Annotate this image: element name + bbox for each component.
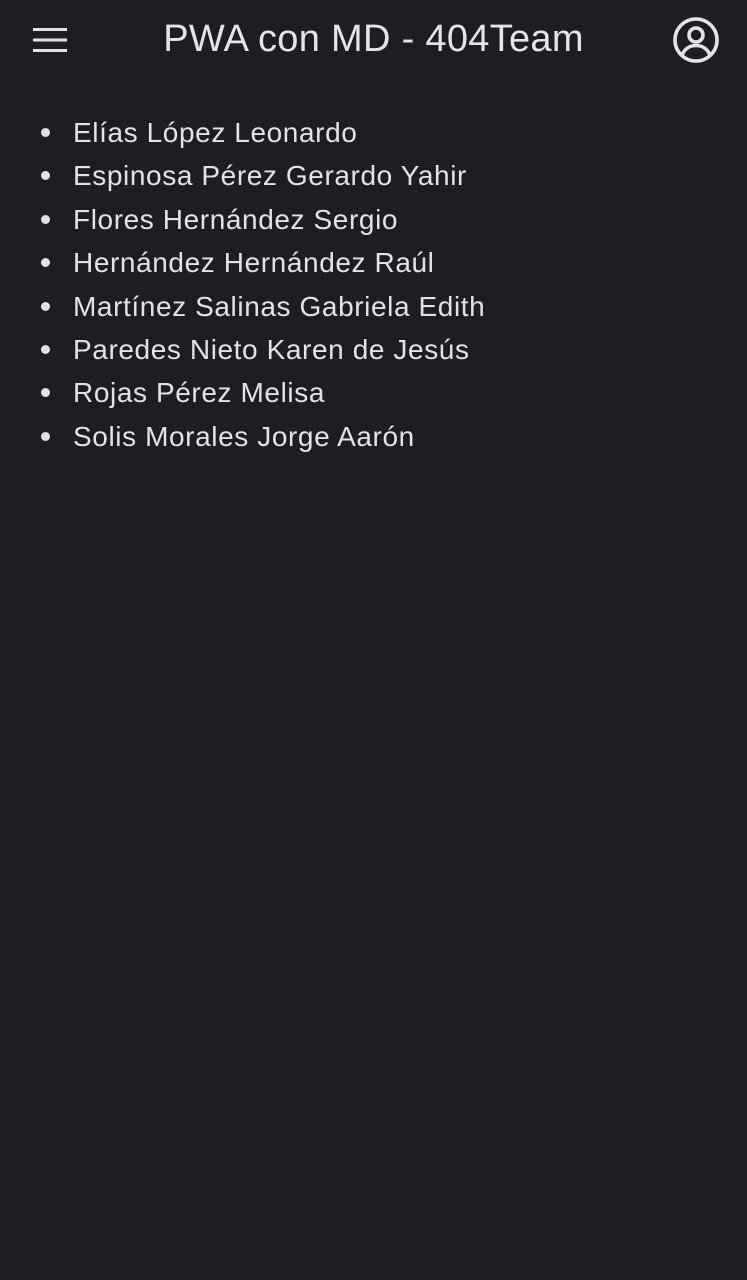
list-item: Hernández Hernández Raúl: [0, 240, 747, 283]
main-content: Elías López Leonardo Espinosa Pérez Gera…: [0, 110, 747, 457]
list-item: Paredes Nieto Karen de Jesús: [0, 327, 747, 370]
member-name: Flores Hernández Sergio: [73, 203, 399, 235]
bullet-icon: [41, 171, 50, 181]
bullet-icon: [41, 301, 50, 311]
bullet-icon: [41, 431, 50, 441]
list-item: Martínez Salinas Gabriela Edith: [0, 284, 747, 327]
list-item: Solis Morales Jorge Aarón: [0, 414, 747, 457]
team-member-list: Elías López Leonardo Espinosa Pérez Gera…: [0, 110, 747, 457]
page-title: PWA con MD - 404Team: [163, 18, 584, 60]
app-screen: PWA con MD - 404Team Elías López Leonard…: [0, 0, 747, 1280]
bullet-icon: [41, 344, 50, 354]
member-name: Hernández Hernández Raúl: [73, 247, 435, 279]
list-item: Espinosa Pérez Gerardo Yahir: [0, 153, 747, 196]
list-item: Flores Hernández Sergio: [0, 197, 747, 240]
member-name: Espinosa Pérez Gerardo Yahir: [73, 160, 467, 192]
bullet-icon: [41, 214, 50, 224]
account-circle-icon: [673, 17, 719, 63]
bullet-icon: [41, 258, 50, 268]
list-item: Elías López Leonardo: [0, 110, 747, 153]
member-name: Elías López Leonardo: [73, 117, 358, 148]
member-name: Paredes Nieto Karen de Jesús: [73, 333, 470, 365]
list-item: Rojas Pérez Melisa: [0, 370, 747, 413]
member-name: Martínez Salinas Gabriela Edith: [73, 290, 486, 322]
bullet-icon: [41, 128, 50, 137]
bullet-icon: [41, 388, 50, 398]
top-app-bar: PWA con MD - 404Team: [0, 0, 747, 80]
member-name: Solis Morales Jorge Aarón: [73, 420, 415, 452]
account-button[interactable]: [664, 8, 728, 72]
member-name: Rojas Pérez Melisa: [73, 377, 325, 409]
